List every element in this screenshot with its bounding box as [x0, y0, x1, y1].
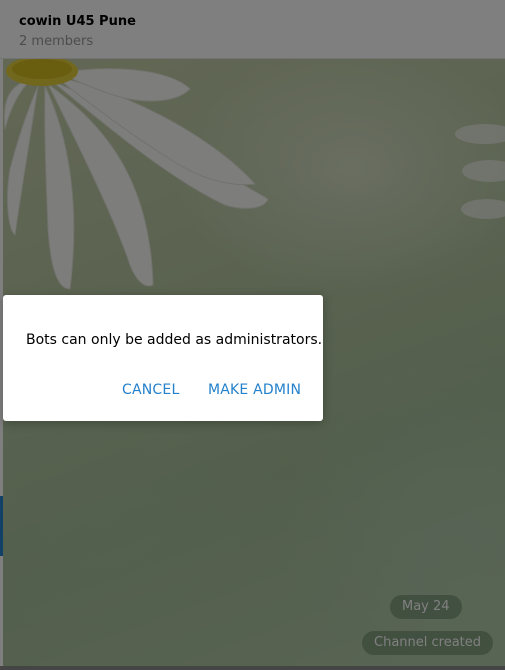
- cancel-button[interactable]: CANCEL: [122, 382, 179, 398]
- confirm-dialog: Bots can only be added as administrators…: [3, 295, 323, 421]
- make-admin-button[interactable]: MAKE ADMIN: [208, 382, 301, 398]
- dialog-message: Bots can only be added as administrators…: [26, 332, 323, 348]
